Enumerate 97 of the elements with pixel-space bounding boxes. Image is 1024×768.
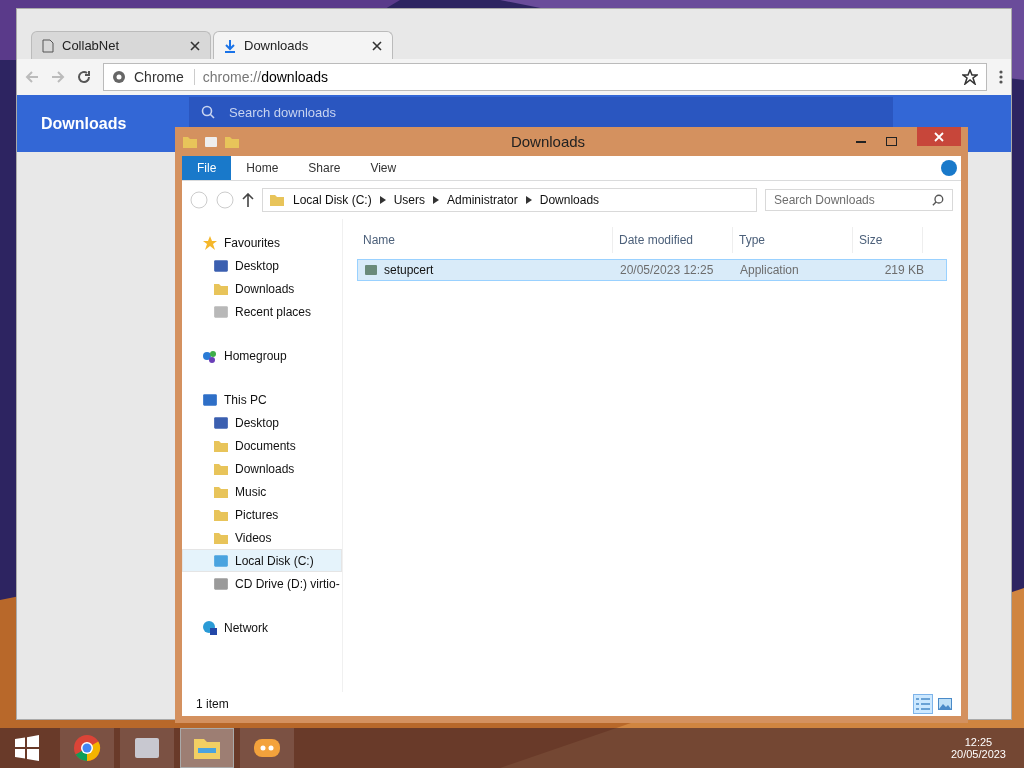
start-icon[interactable] <box>14 735 40 761</box>
nav-label: Downloads <box>235 281 295 296</box>
breadcrumb[interactable]: Local Disk (C:) <box>293 193 372 207</box>
nav-label: Local Disk (C:) <box>235 553 314 568</box>
nav-item[interactable]: Downloads <box>182 457 342 480</box>
column-header[interactable]: Date modified <box>613 227 733 253</box>
nav-item[interactable]: Music <box>182 480 342 503</box>
browser-tab[interactable]: CollabNet <box>31 31 211 59</box>
download-icon <box>224 38 236 53</box>
nav-label: Videos <box>235 530 272 545</box>
nav-item[interactable]: This PC <box>182 388 342 411</box>
file-name: setupcert <box>384 263 434 277</box>
file-size: 219 KB <box>883 263 924 277</box>
nav-item[interactable]: Desktop <box>182 254 342 277</box>
reload-icon[interactable] <box>77 70 91 84</box>
tab-title: Downloads <box>244 38 310 53</box>
window-title: Downloads <box>509 133 587 150</box>
close-icon <box>934 131 944 142</box>
nav-label: Pictures <box>235 507 279 522</box>
nav-label: Desktop <box>235 258 280 273</box>
page-icon <box>42 38 54 53</box>
search-icon <box>201 105 215 119</box>
up-icon[interactable] <box>242 193 254 207</box>
nav-label: Documents <box>235 438 296 453</box>
search-field[interactable]: Search downloads <box>189 97 893 127</box>
taskbar-app[interactable] <box>240 728 294 768</box>
nav-item[interactable]: Homegroup <box>182 344 342 367</box>
nav-label: Network <box>224 620 268 635</box>
network-icon <box>202 619 218 636</box>
file-menu-button[interactable]: File <box>182 156 232 180</box>
column-header[interactable]: Name <box>357 227 613 253</box>
taskbar-app[interactable] <box>120 728 174 768</box>
breadcrumb[interactable]: Users <box>393 193 426 207</box>
star-icon <box>202 234 218 251</box>
breadcrumb[interactable]: Downloads <box>539 193 600 207</box>
nav-label: Recent places <box>235 304 312 319</box>
nav-item[interactable]: Favourites <box>182 231 342 254</box>
search-placeholder: Search downloads <box>229 104 336 120</box>
close-button[interactable] <box>917 127 961 146</box>
menu-icon[interactable] <box>999 70 1003 84</box>
application-icon <box>364 263 378 277</box>
nav-label: Music <box>235 484 267 499</box>
search-placeholder: Search Downloads <box>774 193 875 207</box>
status-text: 1 item <box>196 697 229 711</box>
taskbar-app[interactable] <box>180 728 234 768</box>
chrome-icon <box>73 734 101 762</box>
monitor-icon <box>213 414 229 431</box>
close-icon[interactable] <box>372 40 382 51</box>
file-row[interactable]: setupcert 20/05/2023 12:25 Application 219 KB <box>357 259 947 281</box>
breadcrumb[interactable]: Administrator <box>447 193 518 207</box>
star-icon[interactable] <box>962 69 978 85</box>
ribbon-tab[interactable]: Home <box>231 156 294 180</box>
nav-item[interactable]: Pictures <box>182 503 342 526</box>
nav-label: This PC <box>224 392 267 407</box>
nav-label: CD Drive (D:) virtio- <box>235 576 340 591</box>
chevron-icon <box>433 196 440 204</box>
nav-item[interactable]: Documents <box>182 434 342 457</box>
address-field[interactable]: Local Disk (C:) Users Administrator Downloads <box>262 188 757 212</box>
search-icon <box>932 194 944 206</box>
image-icon <box>938 698 952 710</box>
url-text: chrome://downloads <box>202 69 329 85</box>
nav-item[interactable]: Downloads <box>182 277 342 300</box>
close-icon[interactable] <box>190 40 200 51</box>
ribbon-tab[interactable]: Share <box>293 156 356 180</box>
nav-label: Homegroup <box>224 348 287 363</box>
help-icon[interactable] <box>941 160 957 176</box>
nav-item[interactable]: Recent places <box>182 300 342 323</box>
list-icon <box>916 698 930 710</box>
nav-label: Downloads <box>235 461 295 476</box>
browser-tab[interactable]: Downloads <box>213 31 393 59</box>
nav-label: Favourites <box>224 235 281 250</box>
folder-icon <box>269 192 285 208</box>
search-field[interactable]: Search Downloads <box>765 189 953 211</box>
page-title: Downloads <box>41 114 128 133</box>
clock-date: 20/05/2023 <box>950 748 1006 760</box>
nav-item[interactable]: Network <box>182 616 342 639</box>
file-type: Application <box>739 263 800 277</box>
chrome-logo-icon <box>112 70 126 84</box>
site-chip: Chrome <box>134 69 195 85</box>
column-header[interactable]: Type <box>733 227 853 253</box>
maximize-icon[interactable] <box>886 137 897 146</box>
file-date: 20/05/2023 12:25 <box>619 263 715 277</box>
nav-item[interactable]: CD Drive (D:) virtio- <box>182 572 342 595</box>
chevron-icon <box>525 196 532 204</box>
address-bar[interactable]: Chrome chrome://downloads <box>103 63 987 91</box>
nav-item[interactable]: Local Disk (C:) <box>182 549 342 572</box>
nav-label: Desktop <box>235 415 280 430</box>
taskbar-app[interactable] <box>60 728 114 768</box>
minimize-icon[interactable] <box>856 140 866 143</box>
clock-time: 12:25 <box>964 736 993 748</box>
chevron-icon <box>379 196 386 204</box>
column-header[interactable]: Size <box>853 227 923 253</box>
monitor-icon <box>213 257 229 274</box>
nav-item[interactable]: Videos <box>182 526 342 549</box>
ribbon-tab[interactable]: View <box>355 156 412 180</box>
nav-item[interactable]: Desktop <box>182 411 342 434</box>
tab-title: CollabNet <box>62 38 121 53</box>
